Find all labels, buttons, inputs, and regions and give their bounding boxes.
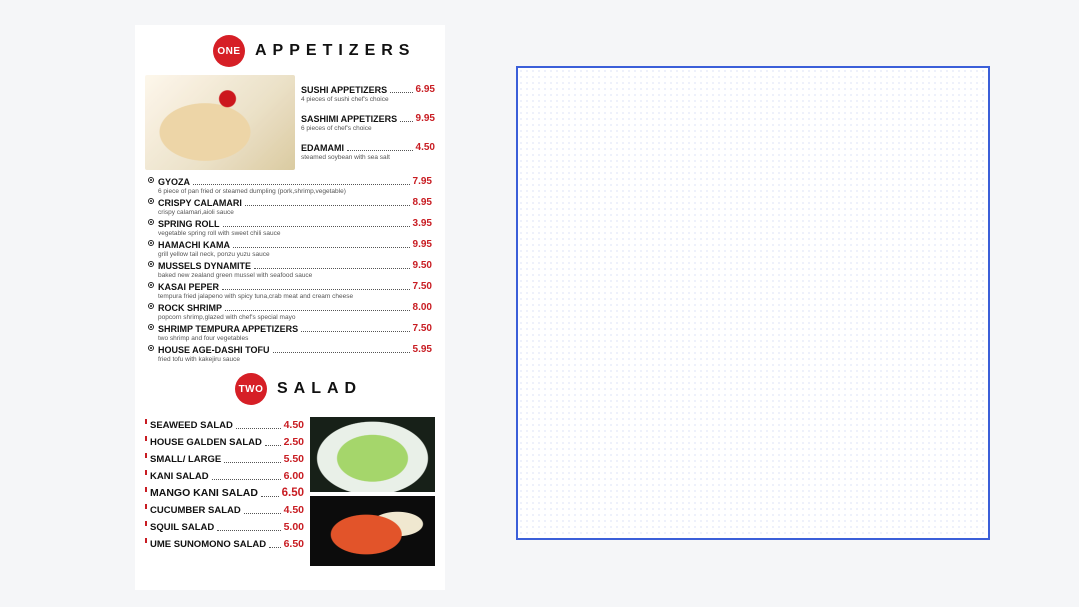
item-desc: crispy calamari,aioli sauce — [158, 209, 432, 216]
item-name: KASAI PEPER — [158, 282, 219, 292]
item-price: 9.50 — [413, 260, 432, 271]
item-name: CRISPY CALAMARI — [158, 198, 242, 208]
item-price: 5.95 — [413, 344, 432, 355]
item-desc: steamed soybean with sea salt — [301, 154, 435, 161]
menu-item: SHRIMP TEMPURA APPETIZERS 7.50two shrimp … — [148, 323, 432, 342]
item-price: 7.50 — [413, 281, 432, 292]
menu-item: MANGO KANI SALAD 6.50 — [145, 487, 304, 499]
menu-item: HOUSE GALDEN SALAD 2.50 — [145, 436, 304, 448]
item-name: HOUSE AGE-DASHI TOFU — [158, 345, 270, 355]
item-name: MANGO KANI SALAD — [150, 487, 258, 499]
appetizers-list: GYOZA 7.956 piece of pan fried or steamed… — [135, 176, 445, 363]
item-price: 2.50 — [284, 436, 304, 448]
item-price: 6.50 — [284, 538, 304, 550]
item-name: EDAMAMI — [301, 143, 344, 153]
item-desc: 6 pieces of chef's choice — [301, 125, 435, 132]
item-name: HOUSE GALDEN SALAD — [150, 437, 262, 448]
item-price: 3.95 — [413, 218, 432, 229]
menu-item: CRISPY CALAMARI 8.95crispy calamari,aioli… — [148, 197, 432, 216]
item-price: 9.95 — [413, 239, 432, 250]
item-price: 4.50 — [416, 142, 435, 153]
item-desc: popcorn shrimp,glazed with chef's specia… — [158, 314, 432, 321]
salad-block: SEAWEED SALAD 4.50 HOUSE GALDEN SALAD 2.50… — [135, 413, 445, 566]
item-price: 8.95 — [413, 197, 432, 208]
menu-item: SUSHI APPETIZERS 6.95 4 pieces of sushi … — [301, 84, 435, 103]
placeholder-box — [516, 66, 990, 540]
item-name: HAMACHI KAMA — [158, 240, 230, 250]
menu-item: UME SUNOMONO SALAD 6.50 — [145, 538, 304, 550]
item-name: MUSSELS DYNAMITE — [158, 261, 251, 271]
item-name: SMALL/ LARGE — [150, 454, 221, 465]
shrimp-salad-photo — [310, 496, 435, 566]
menu-item: MUSSELS DYNAMITE 9.50baked new zealand gr… — [148, 260, 432, 279]
appetizers-featured-block: SUSHI APPETIZERS 6.95 4 pieces of sushi … — [135, 75, 445, 174]
item-name: SEAWEED SALAD — [150, 420, 233, 431]
item-name: SHRIMP TEMPURA APPETIZERS — [158, 324, 298, 334]
menu-item: HOUSE AGE-DASHI TOFU 5.95fried tofu with … — [148, 344, 432, 363]
item-name: UME SUNOMONO SALAD — [150, 539, 266, 550]
item-desc: baked new zealand green mussel with seaf… — [158, 272, 432, 279]
item-price: 4.50 — [284, 504, 304, 516]
item-desc: fried tofu with kakejiru sauce — [158, 356, 432, 363]
menu-item: ROCK SHRIMP 8.00popcorn shrimp,glazed wit… — [148, 302, 432, 321]
item-price: 5.00 — [284, 521, 304, 533]
item-price: 8.00 — [413, 302, 432, 313]
item-price: 7.50 — [413, 323, 432, 334]
item-name: CUCUMBER SALAD — [150, 505, 241, 516]
menu-item: CUCUMBER SALAD 4.50 — [145, 504, 304, 516]
gyoza-photo — [145, 75, 295, 170]
item-desc: vegetable spring roll with sweet chili s… — [158, 230, 432, 237]
menu-item: SPRING ROLL 3.95vegetable spring roll wit… — [148, 218, 432, 237]
menu-item: SASHIMI APPETIZERS 9.95 6 pieces of chef… — [301, 113, 435, 132]
appetizers-header: ONE APPETIZERS — [213, 35, 445, 67]
item-name: ROCK SHRIMP — [158, 303, 222, 313]
item-desc: grill yellow tail neck, ponzu yuzu sauce — [158, 251, 432, 258]
salad-photos — [310, 417, 435, 566]
menu-card: ONE APPETIZERS SUSHI APPETIZERS 6.95 4 p… — [135, 25, 445, 590]
item-name: GYOZA — [158, 177, 190, 187]
item-price: 4.50 — [284, 419, 304, 431]
item-price: 9.95 — [416, 113, 435, 124]
menu-item: EDAMAMI 4.50 steamed soybean with sea sa… — [301, 142, 435, 161]
appetizers-featured-list: SUSHI APPETIZERS 6.95 4 pieces of sushi … — [301, 75, 435, 170]
item-price: 5.50 — [284, 453, 304, 465]
salad-title: SALAD — [277, 380, 362, 398]
item-name: SPRING ROLL — [158, 219, 220, 229]
item-desc: 4 pieces of sushi chef's choice — [301, 96, 435, 103]
section-one-badge: ONE — [213, 35, 245, 67]
green-salad-photo — [310, 417, 435, 492]
menu-item: SEAWEED SALAD 4.50 — [145, 419, 304, 431]
salad-list: SEAWEED SALAD 4.50 HOUSE GALDEN SALAD 2.50… — [145, 417, 304, 566]
item-name: SUSHI APPETIZERS — [301, 85, 387, 95]
menu-item: KANI SALAD 6.00 — [145, 470, 304, 482]
item-desc: two shrimp and four vegetables — [158, 335, 432, 342]
item-desc: tempura fried jalapeno with spicy tuna,c… — [158, 293, 432, 300]
appetizers-title: APPETIZERS — [255, 42, 415, 60]
menu-item: KASAI PEPER 7.50tempura fried jalapeno wi… — [148, 281, 432, 300]
menu-item: SMALL/ LARGE 5.50 — [145, 453, 304, 465]
menu-item: SQUIL SALAD 5.00 — [145, 521, 304, 533]
item-price: 7.95 — [413, 176, 432, 187]
item-price: 6.00 — [284, 470, 304, 482]
menu-item: GYOZA 7.956 piece of pan fried or steamed… — [148, 176, 432, 195]
item-desc: 6 piece of pan fried or steamed dumpling… — [158, 188, 432, 195]
item-price: 6.50 — [282, 487, 304, 499]
menu-item: HAMACHI KAMA 9.95grill yellow tail neck, … — [148, 239, 432, 258]
item-price: 6.95 — [416, 84, 435, 95]
item-name: KANI SALAD — [150, 471, 209, 482]
section-two-badge: TWO — [235, 373, 267, 405]
salad-header: TWO SALAD — [235, 373, 445, 405]
item-name: SQUIL SALAD — [150, 522, 214, 533]
item-name: SASHIMI APPETIZERS — [301, 114, 397, 124]
